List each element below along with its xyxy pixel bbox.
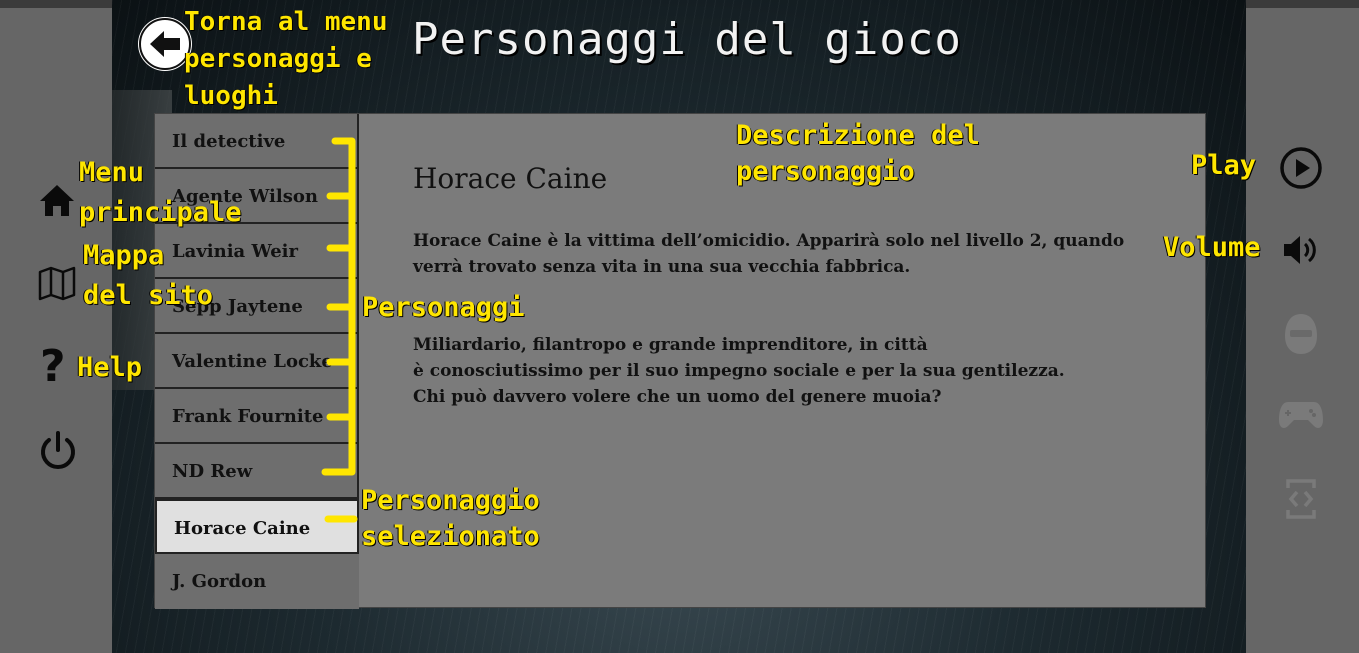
page-title: Personaggi del gioco [412,14,962,65]
top-strip [1246,0,1359,8]
annotation-back: Torna al menu personaggi e luoghi [184,7,388,111]
content-panel: Il detective Agente Wilson Lavinia Weir … [154,113,1206,609]
power-icon[interactable] [37,430,79,472]
home-icon[interactable] [38,182,76,220]
left-sidebar [0,0,112,653]
character-description-2: Miliardario, filantropo e grande imprend… [413,335,1065,407]
annotation-play: Play [1191,150,1257,181]
list-item[interactable]: Frank Fournite [155,389,359,444]
annotation-menu: Menu principale [79,157,242,228]
annotation-description: Descrizione del personaggio [736,120,980,187]
list-item-selected[interactable]: Horace Caine [155,499,359,554]
play-icon[interactable] [1279,146,1323,190]
help-icon[interactable]: ? [40,340,66,394]
list-item[interactable]: ND Rew [155,444,359,499]
annotation-map: Mappa del sito [83,240,214,311]
avatar-icon[interactable] [1282,312,1320,356]
list-item[interactable]: J. Gordon [155,554,359,609]
character-description-1: Horace Caine è la vittima dell’omicidio.… [413,231,1125,277]
annotation-volume: Volume [1163,232,1261,263]
map-icon[interactable] [38,264,76,302]
top-strip [0,0,112,8]
volume-icon[interactable] [1282,232,1320,268]
annotation-characters: Personaggi [362,292,525,323]
character-name: Horace Caine [413,162,608,195]
annotation-help: Help [77,352,143,383]
annotation-selected: Personaggio selezionato [361,485,540,552]
list-item[interactable]: Valentine Locke [155,334,359,389]
gamepad-icon[interactable] [1278,398,1324,432]
fullscreen-icon[interactable] [1284,478,1318,520]
